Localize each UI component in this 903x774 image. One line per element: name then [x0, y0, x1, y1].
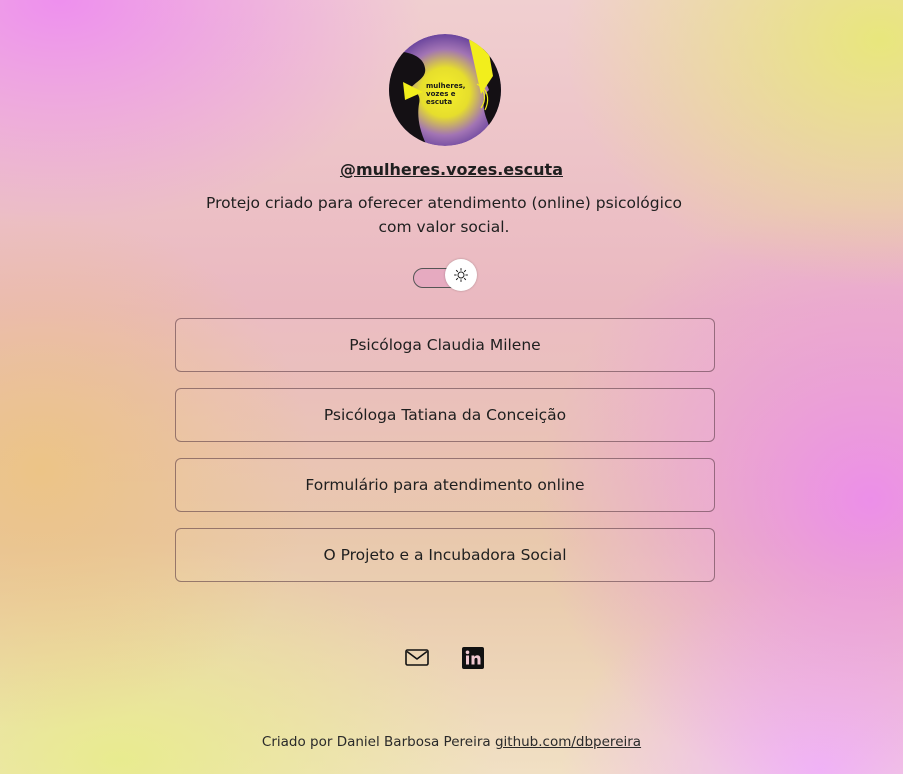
footer: Criado por Daniel Barbosa Pereira github… [0, 734, 903, 750]
link-button-tatiana-conceicao[interactable]: Psicóloga Tatiana da Conceição [175, 388, 715, 442]
avatar-text-line-1: mulheres, [426, 82, 465, 90]
footer-credit: Criado por Daniel Barbosa Pereira [261, 734, 491, 750]
toggle-knob[interactable] [445, 259, 477, 291]
social-links [403, 646, 499, 672]
link-button-projeto[interactable]: O Projeto e a Incubadora Social [175, 528, 715, 582]
link-button-formulario[interactable]: Formulário para atendimento online [175, 458, 715, 512]
sun-icon [454, 268, 468, 282]
profile-description: Protejo criado para oferecer atendimento… [206, 194, 682, 236]
mail-icon[interactable] [405, 648, 429, 672]
avatar-text-line-3: escuta [426, 98, 452, 106]
link-button-claudia-milene[interactable]: Psicóloga Claudia Milene [175, 318, 715, 372]
footer-github-link[interactable]: github.com/dbpereira [495, 734, 641, 750]
linkedin-icon[interactable] [461, 646, 485, 674]
profile-avatar: mulheres, vozes e escuta [389, 34, 501, 146]
link-list: Psicóloga Claudia Milene Psicóloga Tatia… [175, 318, 715, 598]
theme-toggle[interactable] [413, 259, 477, 291]
avatar-text-line-2: vozes e [426, 90, 456, 98]
profile-handle-link[interactable]: @mulheres.vozes.escuta [0, 160, 903, 179]
